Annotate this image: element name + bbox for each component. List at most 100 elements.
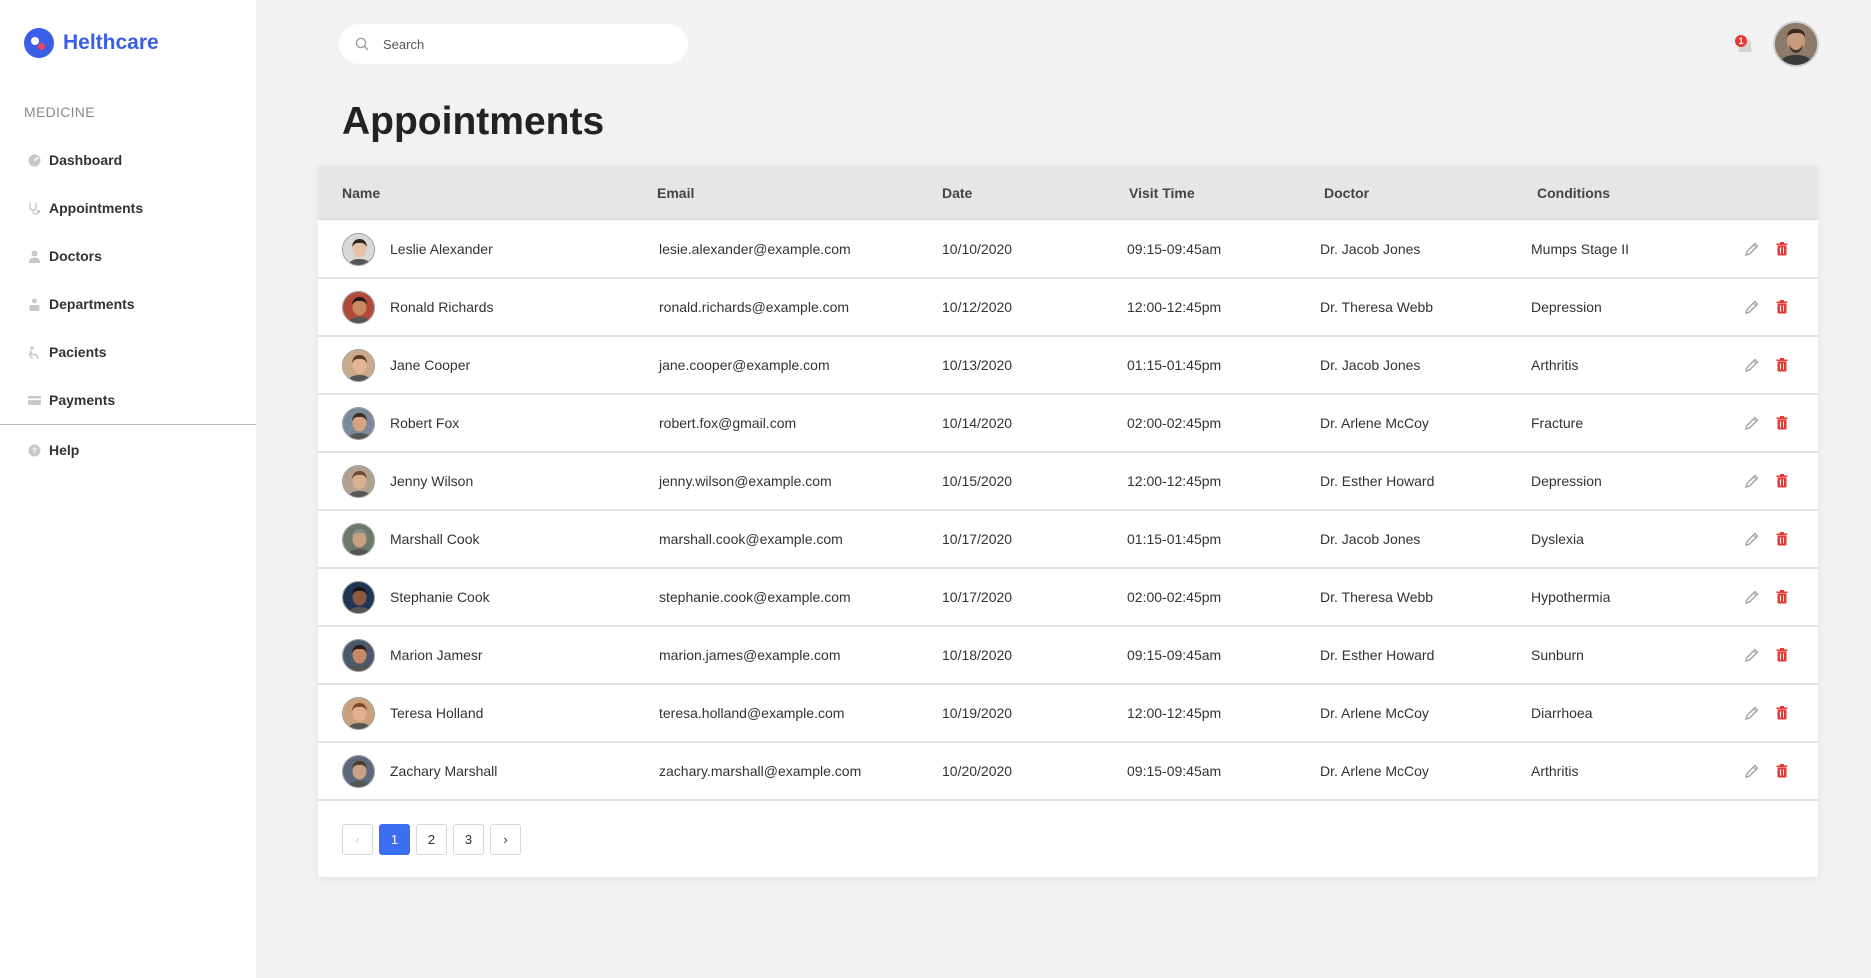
svg-text:?: ? — [32, 446, 37, 455]
table-row[interactable]: Stephanie Cook stephanie.cook@example.com… — [318, 569, 1818, 627]
delete-trash-icon[interactable] — [1774, 241, 1790, 257]
sidebar-item-label: Pacients — [49, 344, 107, 360]
table-row[interactable]: Jenny Wilson jenny.wilson@example.com 10/1… — [318, 453, 1818, 511]
page-button-1[interactable]: 1 — [379, 824, 410, 855]
page-button-2[interactable]: 2 — [416, 824, 447, 855]
search-bar[interactable] — [339, 24, 688, 64]
delete-trash-icon[interactable] — [1774, 357, 1790, 373]
cell-visit-time: 02:00-02:45pm — [1127, 415, 1222, 431]
column-header-name[interactable]: Name — [342, 185, 380, 201]
cell-visit-time: 12:00-12:45pm — [1127, 473, 1222, 489]
sidebar-item-label: Departments — [49, 296, 135, 312]
pagination: ‹ 1 2 3 › — [342, 824, 521, 855]
cell-condition: Fracture — [1531, 415, 1584, 431]
brand-logo[interactable]: Helthcare — [24, 28, 159, 58]
delete-trash-icon[interactable] — [1774, 589, 1790, 605]
sidebar-item-appointments[interactable]: Appointments — [0, 184, 256, 232]
cell-name: Marion Jamesr — [390, 647, 483, 663]
cell-visit-time: 09:15-09:45am — [1127, 647, 1222, 663]
sidebar-item-label: Dashboard — [49, 152, 123, 168]
column-header-conditions[interactable]: Conditions — [1537, 185, 1610, 201]
cell-date: 10/15/2020 — [942, 473, 1013, 489]
sidebar-divider — [0, 424, 256, 425]
column-header-visit-time[interactable]: Visit Time — [1129, 185, 1195, 201]
table-row[interactable]: Zachary Marshall zachary.marshall@example… — [318, 743, 1818, 801]
cell-name: Jenny Wilson — [390, 473, 474, 489]
cell-date: 10/17/2020 — [942, 531, 1013, 547]
cell-name: Leslie Alexander — [390, 241, 493, 257]
cell-name: Marshall Cook — [390, 531, 480, 547]
table-row[interactable]: Marshall Cook marshall.cook@example.com 10… — [318, 511, 1818, 569]
notification-badge: 1 — [1735, 35, 1747, 47]
search-input[interactable] — [383, 36, 663, 52]
sidebar-item-departments[interactable]: Departments — [0, 280, 256, 328]
patient-avatar — [342, 407, 375, 440]
cell-name: Zachary Marshall — [390, 763, 498, 779]
edit-pencil-icon[interactable] — [1744, 763, 1760, 779]
patient-avatar — [342, 291, 375, 324]
cell-condition: Arthritis — [1531, 357, 1579, 373]
sidebar-section-label: MEDICINE — [24, 104, 95, 120]
cell-date: 10/17/2020 — [942, 589, 1013, 605]
edit-pencil-icon[interactable] — [1744, 357, 1760, 373]
column-header-date[interactable]: Date — [942, 185, 972, 201]
dashboard-icon — [28, 154, 41, 167]
column-header-doctor[interactable]: Doctor — [1324, 185, 1369, 201]
cell-condition: Mumps Stage II — [1531, 241, 1630, 257]
cell-date: 10/13/2020 — [942, 357, 1013, 373]
cell-condition: Hypothermia — [1531, 589, 1611, 605]
sidebar-item-help[interactable]: ? Help — [0, 426, 256, 474]
edit-pencil-icon[interactable] — [1744, 647, 1760, 663]
edit-pencil-icon[interactable] — [1744, 241, 1760, 257]
cell-visit-time: 01:15-01:45pm — [1127, 357, 1222, 373]
patient-avatar — [342, 465, 375, 498]
cell-visit-time: 12:00-12:45pm — [1127, 705, 1222, 721]
delete-trash-icon[interactable] — [1774, 299, 1790, 315]
delete-trash-icon[interactable] — [1774, 473, 1790, 489]
sidebar-item-payments[interactable]: Payments — [0, 376, 256, 424]
sidebar-item-doctors[interactable]: Doctors — [0, 232, 256, 280]
edit-pencil-icon[interactable] — [1744, 299, 1760, 315]
table-row[interactable]: Ronald Richards ronald.richards@example.c… — [318, 279, 1818, 337]
cell-condition: Diarrhoea — [1531, 705, 1593, 721]
prev-page-button[interactable]: ‹ — [342, 824, 373, 855]
appointments-table-card: Name Email Date Visit Time Doctor Condit… — [318, 166, 1818, 877]
cell-date: 10/18/2020 — [942, 647, 1013, 663]
edit-pencil-icon[interactable] — [1744, 705, 1760, 721]
cell-doctor: Dr. Theresa Webb — [1320, 589, 1434, 605]
cell-email: ronald.richards@example.com — [659, 299, 850, 315]
delete-trash-icon[interactable] — [1774, 705, 1790, 721]
cell-email: robert.fox@gmail.com — [659, 415, 797, 431]
doctor-icon — [28, 250, 41, 263]
table-row[interactable]: Jane Cooper jane.cooper@example.com 10/13/… — [318, 337, 1818, 395]
table-row[interactable]: Robert Fox robert.fox@gmail.com 10/14/2020… — [318, 395, 1818, 453]
cell-date: 10/10/2020 — [942, 241, 1013, 257]
edit-pencil-icon[interactable] — [1744, 531, 1760, 547]
search-icon — [355, 37, 369, 51]
cell-doctor: Dr. Jacob Jones — [1320, 357, 1421, 373]
cell-email: stephanie.cook@example.com — [659, 589, 851, 605]
table-body: Leslie Alexander lesie.alexander@example.… — [318, 221, 1818, 801]
table-row[interactable]: Teresa Holland teresa.holland@example.com… — [318, 685, 1818, 743]
table-row[interactable]: Marion Jamesr marion.james@example.com 10/… — [318, 627, 1818, 685]
sidebar-item-pacients[interactable]: Pacients — [0, 328, 256, 376]
edit-pencil-icon[interactable] — [1744, 589, 1760, 605]
column-header-email[interactable]: Email — [657, 185, 694, 201]
edit-pencil-icon[interactable] — [1744, 415, 1760, 431]
delete-trash-icon[interactable] — [1774, 647, 1790, 663]
delete-trash-icon[interactable] — [1774, 531, 1790, 547]
cell-doctor: Dr. Jacob Jones — [1320, 241, 1421, 257]
page-button-3[interactable]: 3 — [453, 824, 484, 855]
cell-name: Ronald Richards — [390, 299, 494, 315]
user-avatar[interactable] — [1773, 21, 1819, 67]
patient-avatar — [342, 581, 375, 614]
patient-avatar — [342, 755, 375, 788]
table-row[interactable]: Leslie Alexander lesie.alexander@example.… — [318, 221, 1818, 279]
cell-date: 10/14/2020 — [942, 415, 1013, 431]
sidebar-item-dashboard[interactable]: Dashboard — [0, 136, 256, 184]
edit-pencil-icon[interactable] — [1744, 473, 1760, 489]
delete-trash-icon[interactable] — [1774, 415, 1790, 431]
delete-trash-icon[interactable] — [1774, 763, 1790, 779]
next-page-button[interactable]: › — [490, 824, 521, 855]
patient-icon — [28, 345, 41, 359]
